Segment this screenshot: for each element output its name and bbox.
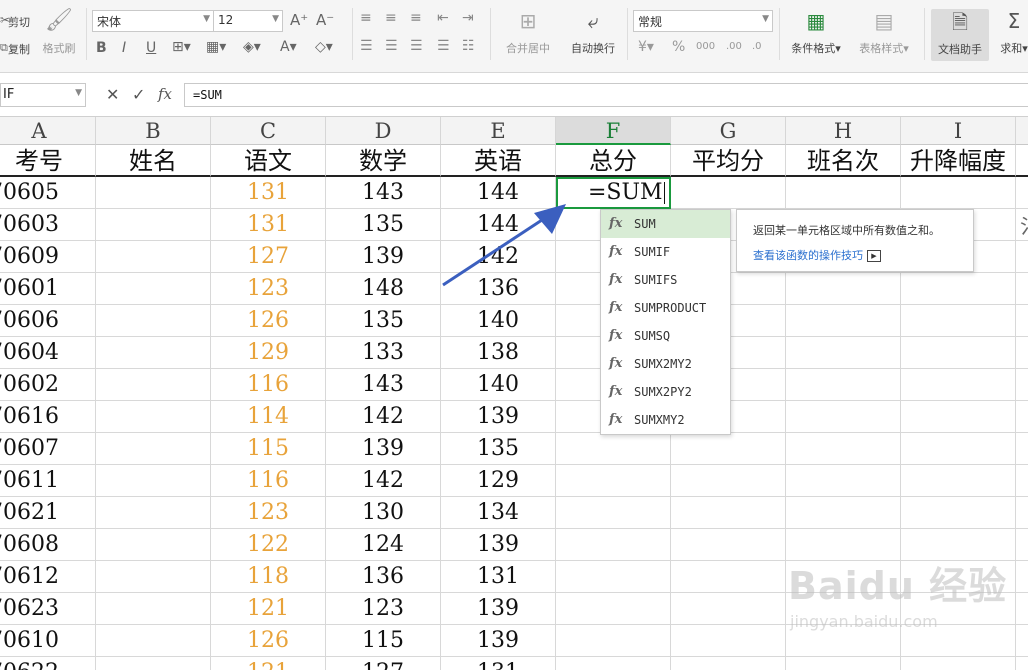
watermark: Baidu 经验 jingyan.baidu.com (788, 564, 1008, 631)
